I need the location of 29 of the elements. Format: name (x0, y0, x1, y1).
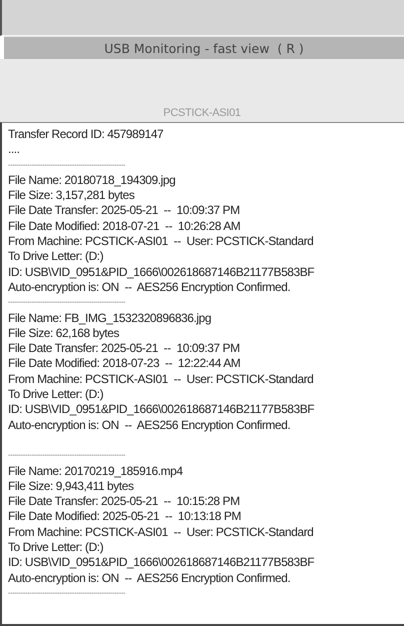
log-line: File Date Transfer: 2025-05-21 -- 10:09:37 PM (8, 203, 240, 219)
machine-label: PCSTICK-ASI01 (163, 107, 241, 119)
log-line: File Size: 9,943,411 bytes (8, 478, 134, 494)
log-line: File Date Modified: 2018-07-23 -- 12:22:44 AM (8, 356, 240, 372)
log-line: File Date Modified: 2018-07-21 -- 10:26:28 AM (8, 218, 240, 234)
log-line: From Machine: PCSTICK-ASI01 -- User: PCSTICK-Standard (8, 234, 314, 250)
log-line: Transfer Record ID: 457989147 (8, 127, 164, 142)
log-line: To Drive Letter: (D:) (8, 387, 104, 402)
view-title: USB Monitoring - fast view ( R ) (104, 40, 304, 56)
log-line: ID: USB\VID_0951&PID_1666\002618687146B21177B583BF (8, 402, 314, 418)
log-line: To Drive Letter: (D:) (8, 249, 104, 265)
log-line: ID: USB\VID_0951&PID_1666\002618687146B21177B583BF (8, 555, 314, 571)
log-line: File Date Modified: 2025-05-21 -- 10:13:18 PM (8, 509, 241, 525)
log-text-area[interactable] (0, 122, 404, 626)
log-line: File Date Transfer: 2025-05-21 -- 10:09:37 PM (8, 341, 240, 356)
log-line: File Size: 62,168 bytes (8, 326, 120, 342)
log-line: File Name: 20170219_185916.mp4 (8, 464, 183, 479)
log-line: Auto-encryption is: ON -- AES256 Encryption Confirmed. (8, 570, 290, 586)
log-line: ID: USB\VID_0951&PID_1666\002618687146B21177B583BF (8, 264, 314, 280)
log-line: From Machine: PCSTICK-ASI01 -- User: PCSTICK-Standard (8, 372, 314, 388)
log-line: File Date Transfer: 2025-05-21 -- 10:15:28 PM (8, 494, 240, 510)
log-line: File Size: 3,157,281 bytes (8, 188, 134, 204)
log-line: .... (8, 142, 20, 158)
log-line: File Name: 20180718_194309.jpg (8, 172, 176, 188)
log-line: Auto-encryption is: ON -- AES256 Encryption Confirmed. (8, 418, 290, 433)
log-line: File Name: FB_IMG_1532320896836.jpg (8, 310, 212, 326)
log-line: Auto-encryption is: ON -- AES256 Encryption Confirmed. (8, 280, 290, 296)
log-line: To Drive Letter: (D:) (8, 540, 104, 556)
log-line: From Machine: PCSTICK-ASI01 -- User: PCSTICK-Standard (8, 524, 314, 540)
